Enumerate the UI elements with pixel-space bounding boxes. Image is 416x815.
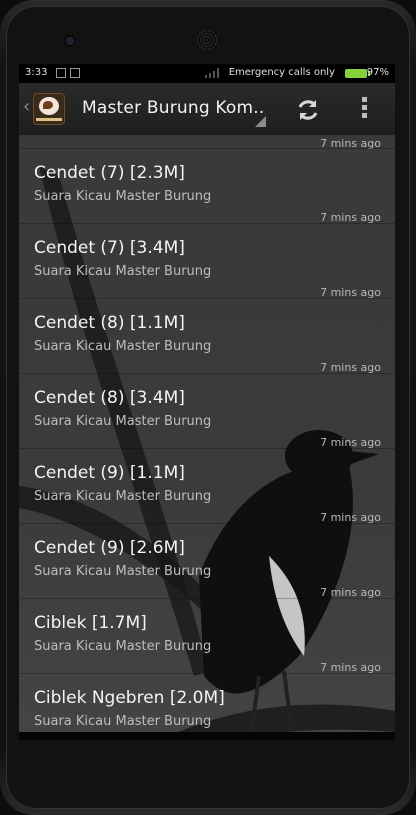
battery-icon — [345, 69, 370, 78]
list-item-title: Cendet (8) [3.4M] — [34, 388, 185, 408]
list-item-subtitle: Suara Kicau Master Burung — [34, 264, 212, 279]
list-item-title: Cendet (9) [1.1M] — [34, 463, 185, 483]
chevron-left-icon[interactable]: ‹ — [23, 96, 30, 117]
list-item[interactable]: Ciblek [1.7M] Suara Kicau Master Burung … — [19, 598, 395, 674]
list-item-title: Ciblek [1.7M] — [34, 613, 147, 633]
list-item-subtitle: Suara Kicau Master Burung — [34, 639, 212, 654]
list-item-title: Cendet (7) [2.3M] — [34, 163, 185, 183]
overflow-menu-icon[interactable] — [359, 97, 369, 121]
front-camera — [66, 37, 74, 45]
list-item-title: Cendet (8) [1.1M] — [34, 313, 185, 333]
list-item[interactable]: Cendet (8) [3.4M] Suara Kicau Master Bur… — [19, 373, 395, 449]
list-item-subtitle: Suara Kicau Master Burung — [34, 564, 212, 579]
list-item-subtitle: Suara Kicau Master Burung — [34, 714, 212, 729]
action-bar: ‹ Master Burung Kom.. — [19, 83, 395, 136]
list-item[interactable]: Cendet (7) [2.3M] Suara Kicau Master Bur… — [19, 148, 395, 224]
bottom-bezel-strip — [19, 732, 395, 740]
download-icon — [70, 68, 80, 78]
list-item[interactable]: Ciblek Ngebren [2.0M] Suara Kicau Master… — [19, 673, 395, 732]
list-item[interactable]: Cendet (7) [3.4M] Suara Kicau Master Bur… — [19, 223, 395, 299]
status-time: 3:33 — [25, 67, 48, 78]
list-item[interactable]: Cendet (8) [1.1M] Suara Kicau Master Bur… — [19, 298, 395, 374]
refresh-icon[interactable] — [295, 97, 321, 123]
spinner-indicator-icon — [255, 116, 266, 127]
list-item-title: Ciblek Ngebren [2.0M] — [34, 688, 225, 708]
list-item[interactable]: Cendet (9) [2.6M] Suara Kicau Master Bur… — [19, 523, 395, 599]
list-item[interactable]: Cendet (9) [1.1M] Suara Kicau Master Bur… — [19, 448, 395, 524]
app-logo-icon[interactable] — [33, 93, 65, 125]
battery-percent: 97% — [366, 67, 389, 78]
earpiece-speaker — [196, 29, 218, 51]
screen: 3:33 Emergency calls only 97% ‹ Master B… — [19, 64, 395, 732]
list-item-title: Cendet (7) [3.4M] — [34, 238, 185, 258]
list-item-subtitle: Suara Kicau Master Burung — [34, 189, 212, 204]
signal-icon — [205, 68, 219, 78]
list-item-subtitle: Suara Kicau Master Burung — [34, 339, 212, 354]
page-title[interactable]: Master Burung Kom.. — [82, 98, 265, 118]
status-bar: 3:33 Emergency calls only 97% — [19, 64, 395, 83]
list-item-title: Cendet (9) [2.6M] — [34, 538, 185, 558]
list-item-subtitle: Suara Kicau Master Burung — [34, 414, 212, 429]
song-list[interactable]: 7 mins ago Cendet (7) [2.3M] Suara Kicau… — [19, 136, 395, 732]
notification-icon — [56, 68, 66, 78]
list-item-subtitle: Suara Kicau Master Burung — [34, 489, 212, 504]
emergency-calls-text: Emergency calls only — [228, 67, 335, 78]
